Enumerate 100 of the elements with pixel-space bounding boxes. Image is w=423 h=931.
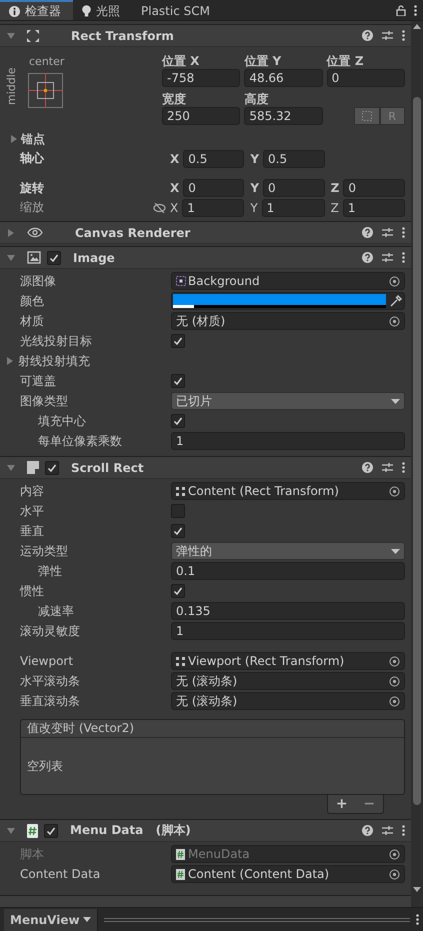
sliders-icon[interactable]	[382, 30, 393, 41]
number-field[interactable]: 0	[326, 69, 405, 87]
foldout-caret-icon[interactable]	[7, 464, 15, 472]
blueprint-button[interactable]	[354, 107, 380, 125]
object-field[interactable]: Viewport (Rect Transform)	[171, 652, 405, 670]
sliders-icon[interactable]	[382, 825, 393, 836]
component-header[interactable]: Scroll Rect	[0, 456, 411, 479]
object-selector[interactable]: MenuView	[4, 908, 98, 930]
component-header[interactable]: Image	[0, 246, 411, 269]
object-field[interactable]: 无 (滚动条)	[171, 672, 405, 690]
help-icon[interactable]	[362, 30, 373, 41]
foldout-caret-icon[interactable]	[6, 357, 14, 365]
axis-label: X	[170, 181, 180, 196]
tab[interactable]: 检查器	[0, 0, 73, 20]
object-field[interactable]: 无 (滚动条)	[171, 692, 405, 710]
help-icon[interactable]	[362, 252, 373, 263]
target-icon[interactable]	[389, 676, 400, 686]
property-label: 轴心	[20, 150, 44, 168]
more-icon[interactable]	[402, 252, 405, 263]
number-field[interactable]: -758	[162, 69, 240, 87]
more-icon[interactable]	[402, 227, 405, 238]
scroll-down-icon[interactable]	[413, 887, 421, 892]
target-icon[interactable]	[389, 486, 400, 496]
add-button[interactable]: +	[332, 796, 352, 812]
object-field[interactable]: 无 (材质)	[171, 312, 405, 330]
component-title: Menu Data (脚本)	[70, 822, 191, 839]
axis-label: Z	[330, 200, 339, 215]
number-field[interactable]: 1	[171, 432, 405, 450]
more-icon[interactable]	[414, 4, 417, 16]
color-field[interactable]	[171, 292, 405, 310]
object-field[interactable]: Content (Content Data)	[171, 865, 405, 883]
foldout-caret-icon[interactable]	[7, 228, 15, 236]
tab[interactable]: 光照	[73, 0, 132, 20]
dropdown[interactable]: 弹性的	[171, 542, 405, 560]
target-icon[interactable]	[389, 316, 400, 326]
foldout-caret-icon[interactable]	[10, 135, 18, 144]
sliders-icon[interactable]	[382, 252, 393, 263]
checkbox[interactable]	[171, 524, 185, 538]
more-icon[interactable]	[416, 914, 419, 925]
component-title: Image	[73, 250, 115, 264]
number-field[interactable]: 1	[182, 198, 244, 217]
tab[interactable]: Plastic SCM	[132, 0, 222, 20]
scroll-up-icon[interactable]	[413, 24, 421, 29]
eye-icon	[27, 227, 43, 238]
component-header[interactable]: Rect Transform	[0, 24, 411, 47]
field-label: 位置 Y	[244, 53, 282, 69]
number-field[interactable]: 1	[171, 622, 405, 640]
foldout-caret-icon[interactable]	[7, 826, 15, 834]
enable-checkbox[interactable]	[44, 824, 58, 838]
number-field[interactable]: 1	[262, 198, 325, 217]
sliders-icon[interactable]	[382, 227, 393, 238]
number-field[interactable]: 585.32	[244, 107, 323, 125]
event-title: 值改变时 (Vector2)	[27, 720, 134, 737]
object-field[interactable]: Background	[171, 272, 405, 290]
dashed-square-icon	[362, 111, 372, 121]
field-label: 位置 Z	[326, 53, 365, 69]
number-field[interactable]: 1	[342, 198, 405, 217]
target-icon[interactable]	[389, 696, 400, 706]
property-label: 运动类型	[20, 542, 69, 560]
help-icon[interactable]	[362, 462, 373, 473]
anchor-preset-icon[interactable]	[28, 73, 63, 108]
checkbox[interactable]	[171, 584, 185, 598]
checkbox[interactable]	[171, 334, 185, 348]
number-field[interactable]: 0.5	[263, 150, 325, 168]
component-header[interactable]: Menu Data (脚本)	[0, 819, 411, 842]
target-icon[interactable]	[389, 656, 400, 666]
empty-list-text: 空列表	[27, 758, 63, 774]
more-icon[interactable]	[402, 462, 405, 473]
number-field[interactable]: 0	[183, 179, 244, 198]
foldout-caret-icon[interactable]	[7, 254, 15, 262]
checkbox[interactable]	[171, 374, 185, 388]
number-field[interactable]: 0.1	[171, 562, 405, 580]
scrollbar[interactable]	[411, 21, 423, 907]
property-label[interactable]: 锚点	[21, 130, 45, 148]
property-label[interactable]: 射线投射填充	[18, 352, 90, 370]
more-icon[interactable]	[402, 30, 405, 41]
number-field[interactable]: 0	[343, 179, 405, 198]
component-header[interactable]: Canvas Renderer	[0, 221, 411, 244]
dropdown[interactable]: 已切片	[171, 392, 405, 410]
checkbox[interactable]	[171, 414, 185, 428]
number-field[interactable]: 48.66	[244, 69, 323, 87]
object-field[interactable]: Content (Rect Transform)	[171, 482, 405, 500]
number-field[interactable]: 0	[263, 179, 325, 198]
help-icon[interactable]	[362, 227, 373, 238]
target-icon[interactable]	[389, 276, 400, 286]
number-field[interactable]: 0.5	[183, 150, 244, 168]
enable-checkbox[interactable]	[45, 460, 59, 474]
number-field[interactable]: 250	[162, 107, 240, 125]
checkbox[interactable]	[171, 504, 185, 518]
sprite-icon	[176, 276, 186, 286]
more-icon[interactable]	[402, 825, 405, 836]
number-field[interactable]: 0.135	[171, 602, 405, 620]
sliders-icon[interactable]	[382, 462, 393, 473]
target-icon[interactable]	[389, 868, 400, 880]
foldout-caret-icon[interactable]	[7, 32, 15, 40]
unlinked-icon[interactable]	[153, 202, 166, 213]
property-label: 水平滚动条	[20, 672, 81, 690]
help-icon[interactable]	[362, 825, 373, 836]
lock-icon[interactable]	[396, 4, 406, 16]
enable-checkbox[interactable]	[47, 250, 61, 264]
